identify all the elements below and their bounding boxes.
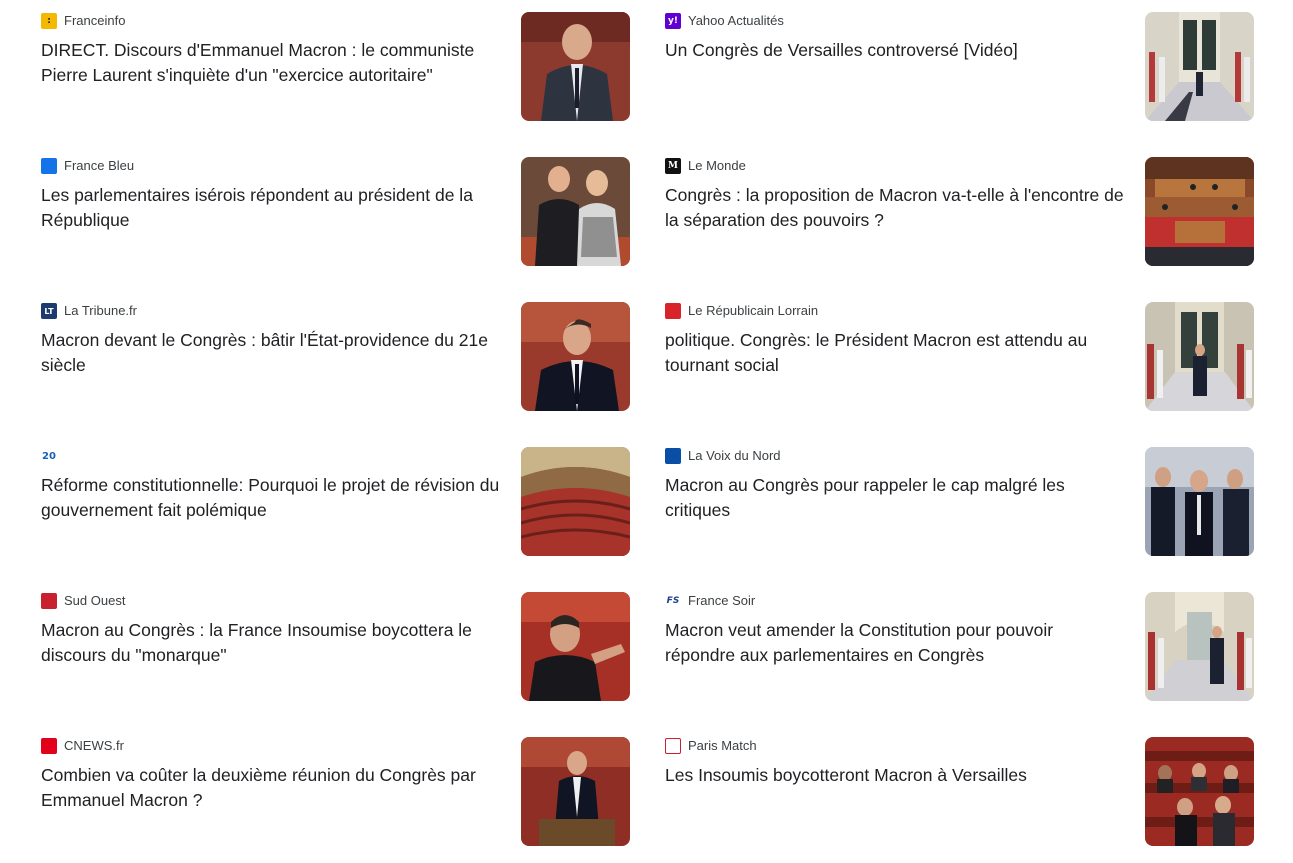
news-card[interactable]: Paris Match Les Insoumis boycotteront Ma… [665, 737, 1259, 847]
source-name: Paris Match [688, 738, 757, 753]
officials-group-thumbnail [1145, 447, 1254, 556]
news-headline[interactable]: DIRECT. Discours d'Emmanuel Macron : le … [41, 38, 501, 88]
paris-match-logo-icon [665, 738, 681, 754]
versailles-gallery-thumbnail [1145, 592, 1254, 701]
deputy-pointing-thumbnail [521, 592, 630, 701]
la-tribune-logo-icon: LT [41, 303, 57, 319]
source-name: France Soir [688, 593, 756, 608]
news-headline[interactable]: Macron au Congrès : la France Insoumise … [41, 618, 501, 668]
news-headline[interactable]: Un Congrès de Versailles controversé [Vi… [665, 38, 1125, 63]
congress-chamber-thumbnail [1145, 157, 1254, 266]
news-card[interactable]: Le Républicain Lorrain politique. Congrè… [665, 302, 1259, 412]
news-card[interactable]: FS France Soir Macron veut amender la Co… [665, 592, 1259, 702]
news-card[interactable]: Sud Ouest Macron au Congrès : la France … [41, 592, 635, 702]
news-card[interactable]: La Voix du Nord Macron au Congrès pour r… [665, 447, 1259, 557]
yahoo-logo-icon: y! [665, 13, 681, 29]
news-source: LT La Tribune.fr [41, 302, 137, 320]
news-headline[interactable]: Macron devant le Congrès : bâtir l'État-… [41, 328, 501, 378]
news-thumbnail[interactable] [521, 12, 630, 121]
news-headline[interactable]: Congrès : la proposition de Macron va-t-… [665, 183, 1125, 233]
news-thumbnail[interactable] [521, 592, 630, 701]
le-monde-logo-icon: M [665, 158, 681, 174]
source-name: Franceinfo [64, 13, 126, 28]
news-headline[interactable]: Les Insoumis boycotteront Macron à Versa… [665, 763, 1125, 788]
news-source: FS France Soir [665, 592, 755, 610]
assembly-hemicycle-thumbnail [521, 447, 630, 556]
20-minutes-logo-icon: 20 [41, 448, 57, 464]
news-grid: : Franceinfo DIRECT. Discours d'Emmanuel… [0, 0, 1293, 863]
news-thumbnail[interactable] [1145, 737, 1254, 846]
news-headline[interactable]: Réforme constitutionnelle: Pourquoi le p… [41, 473, 501, 523]
news-thumbnail[interactable] [521, 737, 630, 846]
source-name: CNEWS.fr [64, 738, 124, 753]
macron-speech-thumbnail [521, 302, 630, 411]
news-headline[interactable]: Les parlementaires isérois répondent au … [41, 183, 501, 233]
news-card[interactable]: M Le Monde Congrès : la proposition de M… [665, 157, 1259, 267]
news-source: : Franceinfo [41, 12, 125, 30]
news-headline[interactable]: politique. Congrès: le Président Macron … [665, 328, 1125, 378]
versailles-walk-thumbnail [1145, 302, 1254, 411]
news-source: Le Républicain Lorrain [665, 302, 818, 320]
news-source: CNEWS.fr [41, 737, 124, 755]
source-name: La Tribune.fr [64, 303, 137, 318]
news-source: Paris Match [665, 737, 757, 755]
news-headline[interactable]: Macron au Congrès pour rappeler le cap m… [665, 473, 1125, 523]
news-thumbnail[interactable] [1145, 12, 1254, 121]
news-source: France Bleu [41, 157, 134, 175]
news-thumbnail[interactable] [1145, 157, 1254, 266]
news-thumbnail[interactable] [1145, 447, 1254, 556]
source-name: Sud Ouest [64, 593, 126, 608]
france-bleu-logo-icon [41, 158, 57, 174]
news-card[interactable]: : Franceinfo DIRECT. Discours d'Emmanuel… [41, 12, 635, 122]
voix-du-nord-logo-icon [665, 448, 681, 464]
news-source: M Le Monde [665, 157, 746, 175]
insoumis-benches-thumbnail [1145, 737, 1254, 846]
news-card[interactable]: LT La Tribune.fr Macron devant le Congrè… [41, 302, 635, 412]
news-source: La Voix du Nord [665, 447, 781, 465]
source-name: Le Républicain Lorrain [688, 303, 819, 318]
news-source: Sud Ouest [41, 592, 125, 610]
france-soir-logo-icon: FS [665, 593, 681, 609]
two-women-thumbnail [521, 157, 630, 266]
republicain-lorrain-logo-icon [665, 303, 681, 319]
news-headline[interactable]: Macron veut amender la Constitution pour… [665, 618, 1125, 668]
source-name: La Voix du Nord [688, 448, 781, 463]
news-card[interactable]: CNEWS.fr Combien va coûter la deuxième r… [41, 737, 635, 847]
news-headline[interactable]: Combien va coûter la deuxième réunion du… [41, 763, 501, 813]
news-thumbnail[interactable] [521, 447, 630, 556]
speaker-photo-thumbnail [521, 12, 630, 121]
cnews-logo-icon [41, 738, 57, 754]
news-thumbnail[interactable] [1145, 592, 1254, 701]
versailles-hall-thumbnail [1145, 12, 1254, 121]
news-card[interactable]: y! Yahoo Actualités Un Congrès de Versai… [665, 12, 1259, 122]
source-name: France Bleu [64, 158, 135, 173]
news-source: 20 [41, 447, 64, 465]
news-card[interactable]: 20 Réforme constitutionnelle: Pourquoi l… [41, 447, 635, 557]
sud-ouest-logo-icon [41, 593, 57, 609]
source-name: Yahoo Actualités [688, 13, 784, 28]
franceinfo-logo-icon: : [41, 13, 57, 29]
news-source: y! Yahoo Actualités [665, 12, 784, 30]
news-card[interactable]: France Bleu Les parlementaires isérois r… [41, 157, 635, 267]
source-name: Le Monde [688, 158, 746, 173]
macron-tribune-thumbnail [521, 737, 630, 846]
news-thumbnail[interactable] [521, 157, 630, 266]
news-thumbnail[interactable] [1145, 302, 1254, 411]
news-thumbnail[interactable] [521, 302, 630, 411]
